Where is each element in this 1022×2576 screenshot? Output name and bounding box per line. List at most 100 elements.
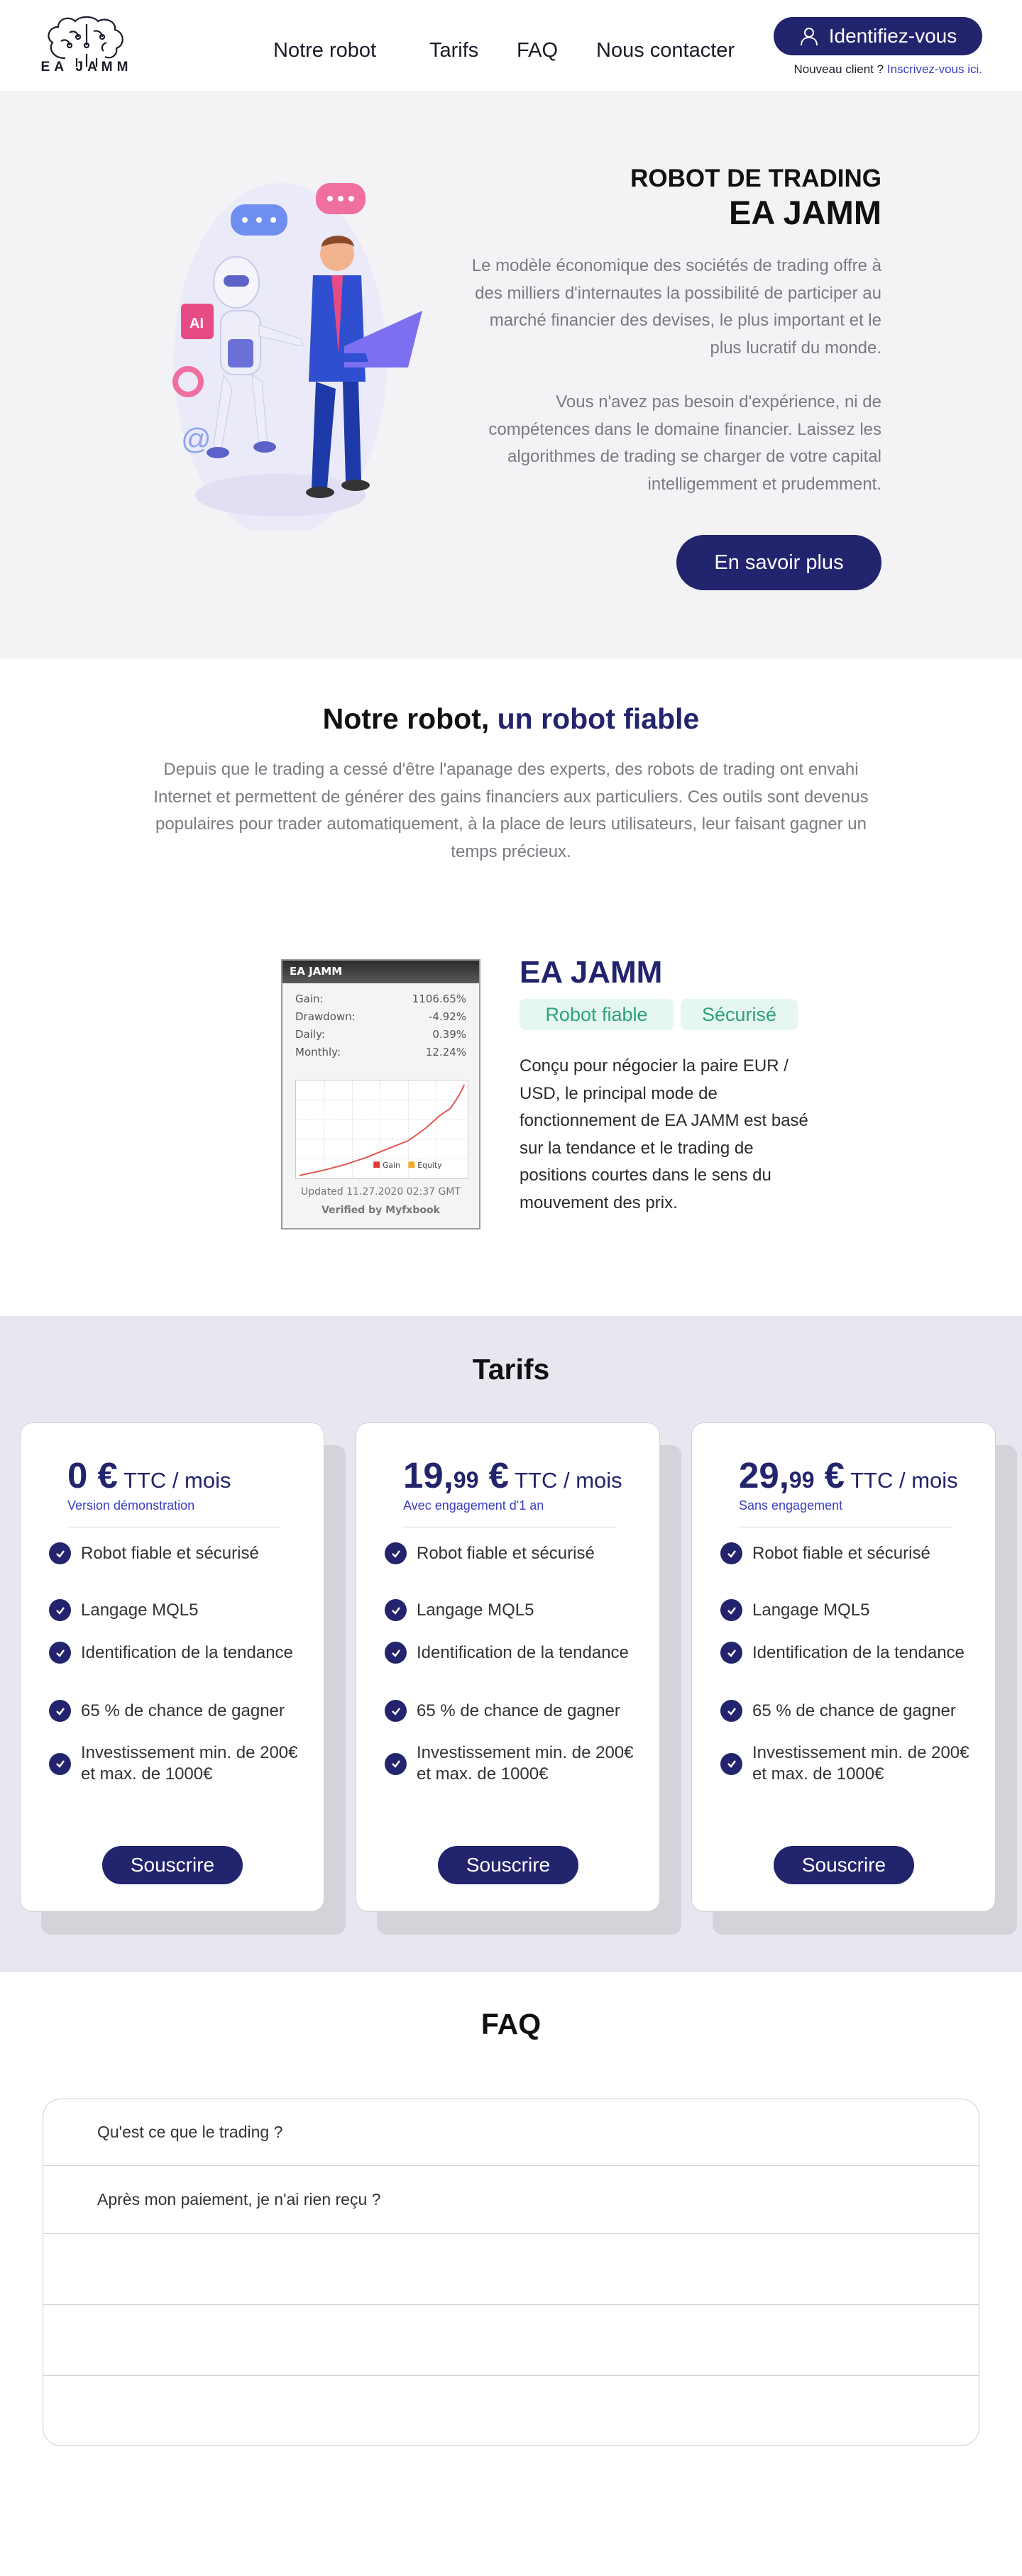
feature-text: 65 % de chance de gagner [417,1701,620,1720]
feature-item: Investissement min. de 200€ et max. de 1… [720,1742,976,1785]
plan-price: 19,99 € TTC / mois [403,1454,622,1496]
login-label: Identifiez-vous [828,25,957,47]
feature-item: Langage MQL5 [385,1599,640,1621]
price-main: 0 € [67,1455,118,1496]
check-icon [49,1752,71,1775]
price-cents: 99 [453,1467,479,1493]
check-icon [49,1700,71,1722]
price-unit: TTC / mois [117,1468,231,1493]
feature-text: Identification de la tendance [417,1642,629,1662]
widget-stats: Gain: 1106.65% Drawdown: -4.92% Daily: 0.39… [282,983,479,1061]
feature-item: Investissement min. de 200€ et max. de 1… [49,1742,304,1785]
hero-kicker: ROBOT DE TRADING [630,165,881,192]
robot-section-title: Notre robot, un robot fiable [0,702,1022,736]
faq-item[interactable]: Qu'est ce que le trading ? [43,2099,979,2166]
stat-value: 12.24% [425,1046,466,1058]
nav-tarifs[interactable]: Tarifs [429,39,478,62]
check-icon [720,1642,742,1664]
widget-header: EA JAMM [282,961,479,983]
feature-text: Robot fiable et sécurisé [752,1543,930,1563]
robot-title-accent: un robot fiable [497,702,700,735]
feature-item: Investissement min. de 200€ et max. de 1… [385,1742,640,1785]
robot-description: Conçu pour négocier la paire EUR / USD, … [520,1056,808,1212]
feature-text: Identification de la tendance [752,1642,965,1662]
price-main: 29, [739,1455,789,1496]
tag-reliable: Robot fiable [520,999,674,1030]
check-icon [385,1599,407,1621]
hero-section: AI @ ROBOT DE TRADING EA JAMM Le modèle … [0,91,1022,658]
check-icon [385,1752,407,1775]
price-unit: TTC / mois [845,1468,958,1493]
faq-item[interactable] [43,2376,979,2445]
feature-item: 65 % de chance de gagner [49,1700,304,1722]
ai-cube-label: AI [189,316,204,331]
check-icon [49,1642,71,1664]
feature-item: Identification de la tendance [49,1642,304,1664]
robot-intro: Depuis que le trading a cessé d'être l'a… [153,760,869,861]
price-euro: € [478,1455,510,1496]
stat-label: Daily: [295,1028,325,1041]
hero-title: EA JAMM [729,194,881,231]
site-header: EA JAMM Notre robot Tarifs FAQ Nous cont… [0,0,1022,91]
faq-item[interactable] [43,2234,979,2305]
feature-item: 65 % de chance de gagner [385,1700,640,1722]
pricing-card-demo: 0 € TTC / mois Version démonstration Rob… [20,1422,324,1912]
check-icon [49,1542,71,1564]
feature-text: Langage MQL5 [752,1600,870,1620]
hero-paragraph-1: Le modèle économique des sociétés de tra… [471,256,881,358]
feature-text: Identification de la tendance [81,1642,293,1662]
nav-contact[interactable]: Nous contacter [596,39,735,62]
nav-notre-robot[interactable]: Notre robot [273,39,376,62]
check-icon [385,1700,407,1722]
logo-text: EA JAMM [40,60,133,74]
check-icon [720,1542,742,1564]
faq-list: Qu'est ce que le trading ? Après mon pai… [43,2099,979,2446]
gain-chart: Gain Equity [295,1080,468,1179]
feature-text: Robot fiable et sécurisé [417,1543,595,1563]
stat-row: Drawdown: -4.92% [295,1008,466,1026]
legend-gain: Gain [383,1161,400,1170]
feature-item: Langage MQL5 [720,1599,976,1621]
register-link[interactable]: Inscrivez-vous ici. [887,62,982,76]
stat-label: Gain: [295,993,324,1005]
robot-name: EA JAMM [520,955,663,990]
price-euro: € [814,1455,845,1496]
robot-title-main: Notre robot, [322,702,498,735]
tag-secure: Sécurisé [681,999,798,1030]
pricing-section: Tarifs 0 € TTC / mois Version démonstrat… [0,1316,1022,1972]
register-prefix: Nouveau client ? [793,62,887,76]
widget-updated: Updated 11.27.2020 02:37 GMT [301,1186,461,1198]
pricing-card-monthly: 29,99 € TTC / mois Sans engagement Robot… [691,1422,996,1912]
user-icon [800,28,818,46]
check-icon [720,1752,742,1775]
check-icon [720,1599,742,1621]
subscribe-button[interactable]: Souscrire [774,1846,914,1884]
feature-text: Investissement min. de 200€ et max. de 1… [752,1743,969,1784]
feature-text: Investissement min. de 200€ et max. de 1… [417,1743,634,1784]
widget-verified: Verified by Myfxbook [322,1205,440,1216]
nav-faq[interactable]: FAQ [517,39,558,62]
check-icon [720,1700,742,1722]
subscribe-button[interactable]: Souscrire [438,1846,578,1884]
pricing-card-annual: 19,99 € TTC / mois Avec engagement d'1 a… [356,1422,660,1912]
feature-item: Identification de la tendance [385,1642,640,1664]
subscribe-button[interactable]: Souscrire [102,1846,243,1884]
feature-item: Robot fiable et sécurisé [49,1542,304,1564]
faq-item[interactable]: Après mon paiement, je n'ai rien reçu ? [43,2166,979,2234]
feature-text: Robot fiable et sécurisé [81,1543,259,1563]
myfxbook-widget[interactable]: EA JAMM Gain: 1106.65% Drawdown: -4.92% Da… [281,959,480,1229]
hero-paragraph-2: Vous n'avez pas besoin d'expérience, ni … [488,392,881,494]
faq-item[interactable] [43,2305,979,2376]
faq-title: FAQ [480,2008,542,2040]
login-button[interactable]: Identifiez-vous [774,17,982,55]
stat-row: Gain: 1106.65% [295,990,466,1008]
svg-text:@: @ [181,422,211,455]
plan-price: 0 € TTC / mois [67,1454,231,1496]
check-icon [385,1642,407,1664]
stat-label: Monthly: [295,1046,341,1058]
feature-item: Robot fiable et sécurisé [720,1542,976,1564]
plan-subtitle: Sans engagement [739,1498,843,1513]
legend-equity: Equity [417,1161,442,1170]
learn-more-button[interactable]: En savoir plus [676,535,881,590]
stat-row: Daily: 0.39% [295,1026,466,1044]
